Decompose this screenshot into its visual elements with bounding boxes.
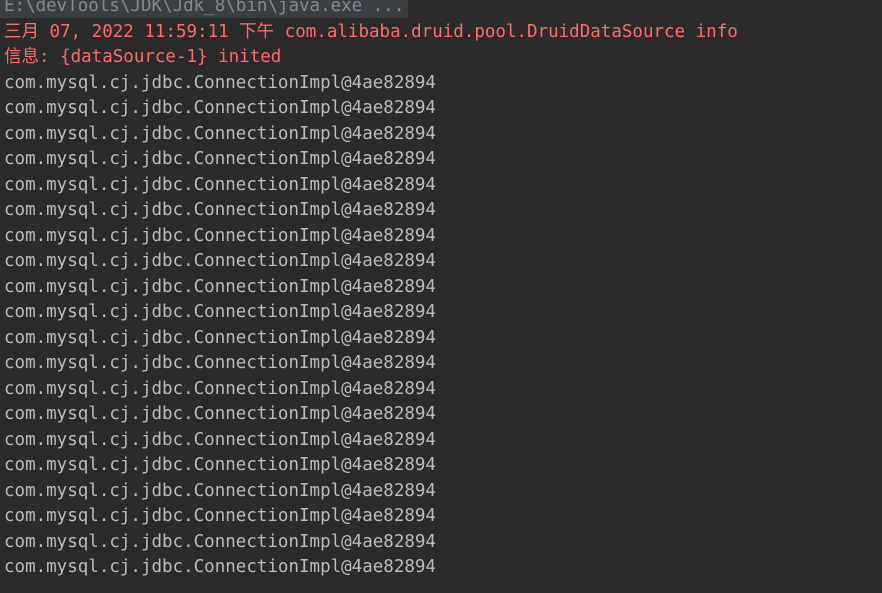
console-stdout-line: com.mysql.cj.jdbc.ConnectionImpl@4ae8289… xyxy=(4,404,436,424)
console-stdout-line: com.mysql.cj.jdbc.ConnectionImpl@4ae8289… xyxy=(4,200,436,220)
console-stdout-line: com.mysql.cj.jdbc.ConnectionImpl@4ae8289… xyxy=(4,353,436,373)
console-stdout-line: com.mysql.cj.jdbc.ConnectionImpl@4ae8289… xyxy=(4,481,436,501)
console-stdout-line: com.mysql.cj.jdbc.ConnectionImpl@4ae8289… xyxy=(4,455,436,475)
console-stdout-line: com.mysql.cj.jdbc.ConnectionImpl@4ae8289… xyxy=(4,226,436,246)
console-stderr-line: 信息: {dataSource-1} inited xyxy=(4,47,282,67)
console-stdout-line: com.mysql.cj.jdbc.ConnectionImpl@4ae8289… xyxy=(4,175,436,195)
console-stdout-line: com.mysql.cj.jdbc.ConnectionImpl@4ae8289… xyxy=(4,149,436,169)
console-stdout-line: com.mysql.cj.jdbc.ConnectionImpl@4ae8289… xyxy=(4,277,436,297)
console-stdout-line: com.mysql.cj.jdbc.ConnectionImpl@4ae8289… xyxy=(4,328,436,348)
run-console-output[interactable]: E:\devTools\JDK\Jdk_8\bin\java.exe ... 三… xyxy=(0,0,882,593)
console-stdout-line: com.mysql.cj.jdbc.ConnectionImpl@4ae8289… xyxy=(4,430,436,450)
console-stdout-line: com.mysql.cj.jdbc.ConnectionImpl@4ae8289… xyxy=(4,506,436,526)
console-stdout-line: com.mysql.cj.jdbc.ConnectionImpl@4ae8289… xyxy=(4,557,436,577)
console-stdout-line: com.mysql.cj.jdbc.ConnectionImpl@4ae8289… xyxy=(4,251,436,271)
console-stderr-line: 三月 07, 2022 11:59:11 下午 com.alibaba.drui… xyxy=(4,22,738,42)
console-command-line[interactable]: E:\devTools\JDK\Jdk_8\bin\java.exe ... xyxy=(0,0,409,18)
console-stdout-line: com.mysql.cj.jdbc.ConnectionImpl@4ae8289… xyxy=(4,73,436,93)
console-stdout-line: com.mysql.cj.jdbc.ConnectionImpl@4ae8289… xyxy=(4,379,436,399)
console-stdout-line: com.mysql.cj.jdbc.ConnectionImpl@4ae8289… xyxy=(4,98,436,118)
console-stdout-line: com.mysql.cj.jdbc.ConnectionImpl@4ae8289… xyxy=(4,124,436,144)
console-stdout-line: com.mysql.cj.jdbc.ConnectionImpl@4ae8289… xyxy=(4,302,436,322)
console-stdout-line: com.mysql.cj.jdbc.ConnectionImpl@4ae8289… xyxy=(4,532,436,552)
